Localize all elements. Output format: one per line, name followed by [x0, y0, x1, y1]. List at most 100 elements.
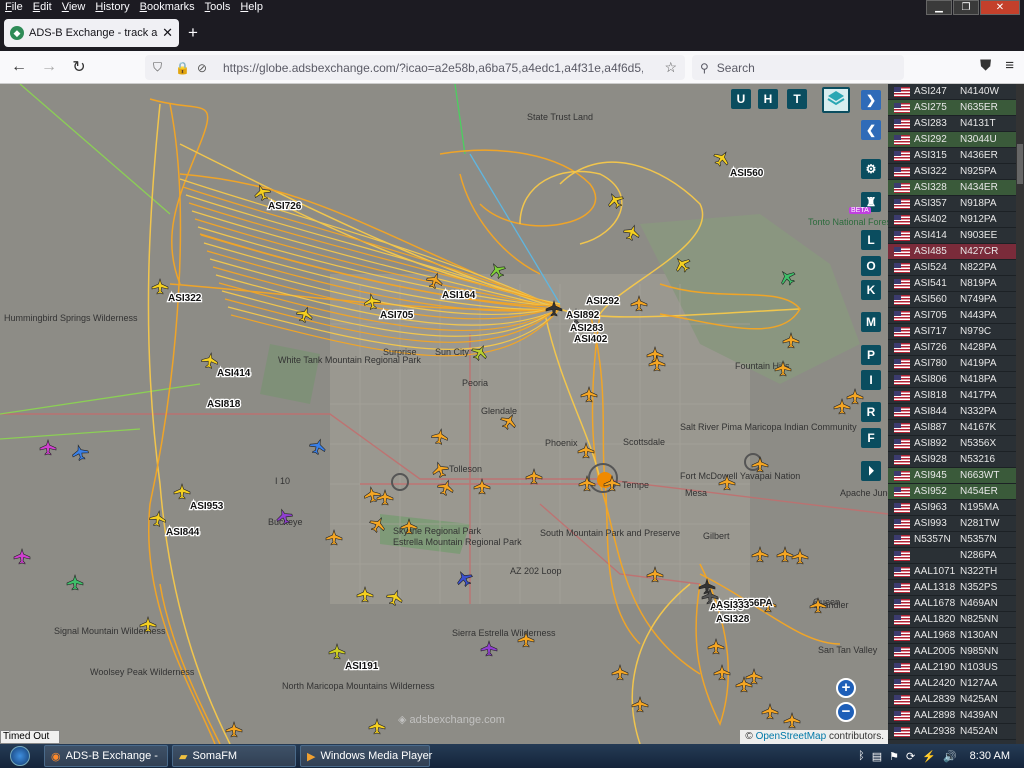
map-button-u[interactable]: U: [731, 89, 751, 109]
tab-close-icon[interactable]: ✕: [162, 25, 173, 41]
aircraft-row[interactable]: ASI928 N53216: [888, 452, 1024, 468]
permissions-icon[interactable]: ⊘: [197, 61, 207, 75]
aircraft-row[interactable]: ASI844 N332PA: [888, 404, 1024, 420]
tracking-shield-icon[interactable]: ⛉: [153, 60, 162, 75]
aircraft-row[interactable]: AAL2190 N103US: [888, 660, 1024, 676]
expand-right-icon[interactable]: ❯: [861, 90, 881, 110]
aircraft-label[interactable]: ASI953: [189, 500, 225, 514]
menu-view[interactable]: View: [57, 0, 91, 15]
osm-link[interactable]: OpenStreetMap: [756, 731, 827, 742]
aircraft-row[interactable]: ASI247 N4140W: [888, 84, 1024, 100]
flag-icon[interactable]: ⚑: [889, 750, 899, 763]
aircraft-row[interactable]: ASI485 N427CR: [888, 244, 1024, 260]
lock-icon[interactable]: 🔒: [175, 61, 190, 75]
aircraft-row[interactable]: ASI283 N4131T: [888, 116, 1024, 132]
map-button-r[interactable]: R: [861, 402, 881, 422]
aircraft-row[interactable]: ASI328 N434ER: [888, 180, 1024, 196]
map-button-l[interactable]: L: [861, 230, 881, 250]
aircraft-list-panel[interactable]: ASI247 N4140W ASI275 N635ER ASI283 N4131T ASI2…: [888, 84, 1024, 744]
list-scrollbar[interactable]: [1016, 84, 1024, 744]
back-button[interactable]: ←: [4, 58, 34, 76]
aircraft-row[interactable]: AAL2938 N452AN: [888, 724, 1024, 740]
aircraft-label[interactable]: ASI414: [216, 367, 252, 381]
aircraft-row[interactable]: ASI952 N454ER: [888, 484, 1024, 500]
aircraft-row[interactable]: AAL2420 N127AA: [888, 676, 1024, 692]
tab-adsb[interactable]: ◆ ADS-B Exchange - track aircraft ✕: [4, 19, 179, 47]
aircraft-label[interactable]: ASI164: [441, 289, 477, 303]
update-icon[interactable]: ⟳: [906, 750, 915, 763]
aircraft-row[interactable]: ASI717 N979C: [888, 324, 1024, 340]
map-button-m[interactable]: M: [861, 312, 881, 332]
aircraft-row[interactable]: ASI275 N635ER: [888, 100, 1024, 116]
url-bar[interactable]: ⛉ 🔒 ⊘ https://globe.adsbexchange.com/?ic…: [145, 55, 685, 80]
map-button-o[interactable]: O: [861, 256, 881, 276]
network-icon[interactable]: ▤: [872, 750, 882, 763]
aircraft-label[interactable]: ASI892: [565, 309, 601, 323]
start-button[interactable]: [0, 744, 40, 768]
power-icon[interactable]: ⚡: [922, 750, 936, 763]
aircraft-row[interactable]: ASI292 N3044U: [888, 132, 1024, 148]
url-text[interactable]: https://globe.adsbexchange.com/?icao=a2e…: [223, 61, 643, 75]
aircraft-label[interactable]: ASI844: [165, 526, 201, 540]
aircraft-label[interactable]: ASI726: [267, 200, 303, 214]
aircraft-label[interactable]: ASI292: [585, 295, 621, 309]
aircraft-label[interactable]: ASI191: [344, 660, 380, 674]
map-button-h[interactable]: H: [758, 89, 778, 109]
aircraft-row[interactable]: ASI402 N912PA: [888, 212, 1024, 228]
reload-button[interactable]: ↻: [64, 57, 94, 77]
map-canvas[interactable]: Surprise Sun CityPeoriaGlendalePhoenixTem…: [0, 84, 888, 744]
menu-edit[interactable]: Edit: [28, 0, 57, 15]
new-tab-button[interactable]: +: [188, 23, 198, 43]
aircraft-row[interactable]: ASI780 N419PA: [888, 356, 1024, 372]
aircraft-row[interactable]: ASI726 N428PA: [888, 340, 1024, 356]
replay-icon[interactable]: ⏵: [861, 461, 881, 481]
aircraft-row[interactable]: ASI560 N749PA: [888, 292, 1024, 308]
aircraft-label[interactable]: ASI322: [167, 292, 203, 306]
maximize-button[interactable]: ❐: [953, 0, 979, 15]
aircraft-row[interactable]: ASI892 N5356X: [888, 436, 1024, 452]
aircraft-row[interactable]: ASI806 N418PA: [888, 372, 1024, 388]
taskbar-item-wmp[interactable]: ▶ Windows Media Player: [300, 745, 432, 767]
map-button-f[interactable]: F: [861, 428, 881, 448]
zoom-in-button[interactable]: +: [836, 678, 856, 698]
aircraft-row[interactable]: AAL1968 N130AN: [888, 628, 1024, 644]
volume-icon[interactable]: 🔊: [943, 750, 957, 763]
map-button-t[interactable]: T: [787, 89, 807, 109]
aircraft-row[interactable]: ASI322 N925PA: [888, 164, 1024, 180]
collapse-left-icon[interactable]: ❮: [861, 120, 881, 140]
map-button-p[interactable]: P: [861, 345, 881, 365]
map-button-i[interactable]: I: [861, 370, 881, 390]
aircraft-row[interactable]: AAL1678 N469AN: [888, 596, 1024, 612]
bookmark-star-icon[interactable]: ☆: [664, 59, 677, 76]
aircraft-label[interactable]: ASI705: [379, 309, 415, 323]
menu-file[interactable]: File: [0, 0, 28, 15]
close-button[interactable]: ✕: [980, 0, 1020, 15]
aircraft-row[interactable]: AAL1820 N825NN: [888, 612, 1024, 628]
aircraft-row[interactable]: AAL1318 N352PS: [888, 580, 1024, 596]
layers-icon[interactable]: [822, 87, 850, 113]
map-view[interactable]: Surprise Sun City Peoria Glendale Phoenix Tem…: [0, 84, 888, 744]
menu-bookmarks[interactable]: Bookmarks: [135, 0, 200, 15]
menu-tools[interactable]: Tools: [200, 0, 236, 15]
taskbar-item-firefox[interactable]: ◉ ADS-B Exchange - tr...: [44, 745, 168, 767]
search-input[interactable]: ⚲ Search: [692, 55, 904, 80]
aircraft-row[interactable]: ASI945 N663WT: [888, 468, 1024, 484]
aircraft-row[interactable]: ASI993 N281TW: [888, 516, 1024, 532]
aircraft-label[interactable]: ASI333: [715, 599, 751, 613]
hamburger-menu-icon[interactable]: ≡: [1005, 57, 1014, 74]
zoom-out-button[interactable]: −: [836, 702, 856, 722]
aircraft-row[interactable]: AAL2839 N425AN: [888, 692, 1024, 708]
aircraft-label[interactable]: ASI560: [729, 167, 765, 181]
aircraft-label[interactable]: ASI402: [573, 333, 609, 347]
settings-gear-icon[interactable]: ⚙: [861, 159, 881, 179]
minimize-button[interactable]: ▁: [926, 0, 952, 15]
aircraft-label[interactable]: ASI328: [715, 613, 751, 627]
aircraft-row[interactable]: AAL2898 N439AN: [888, 708, 1024, 724]
aircraft-row[interactable]: N286PA: [888, 548, 1024, 564]
bluetooth-icon[interactable]: ᛒ: [858, 750, 865, 762]
aircraft-label[interactable]: ASI818: [206, 398, 242, 412]
aircraft-row[interactable]: ASI818 N417PA: [888, 388, 1024, 404]
aircraft-row[interactable]: ASI963 N195MA: [888, 500, 1024, 516]
aircraft-row[interactable]: ASI315 N436ER: [888, 148, 1024, 164]
clock[interactable]: 8:30 AM: [970, 750, 1010, 762]
